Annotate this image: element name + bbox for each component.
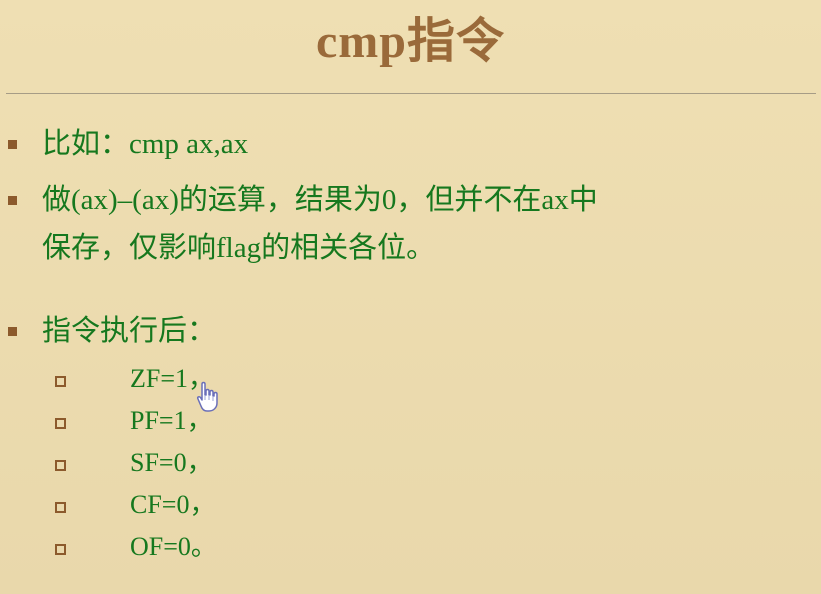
sub-item-text: CF=0，: [130, 490, 216, 519]
square-bullet-icon: [8, 327, 17, 336]
hollow-square-bullet-icon: [55, 544, 66, 555]
slide: cmp指令 比如：cmp ax,ax 做(ax)–(ax)的运算，结果为0，但并…: [0, 0, 821, 594]
bullet-text: 做(ax)–(ax)的运算，结果为0，但并不在ax中: [42, 184, 598, 216]
slide-title: cmp指令: [316, 15, 505, 68]
bullet-text: 保存，仅影响flag的相关各位。: [42, 232, 436, 264]
bullet-text: 比如：cmp ax,ax: [42, 128, 249, 160]
sub-item-text: OF=0。: [130, 532, 217, 561]
sub-item-text: SF=0，: [130, 448, 213, 477]
square-bullet-icon: [8, 196, 17, 205]
hollow-square-bullet-icon: [55, 460, 66, 471]
title-divider: [6, 93, 816, 94]
hand-pointer-icon: [197, 381, 218, 412]
hollow-square-bullet-icon: [55, 502, 66, 513]
square-bullet-icon: [8, 140, 17, 149]
bullet-text: 指令执行后：: [42, 315, 217, 347]
hollow-square-bullet-icon: [55, 376, 66, 387]
hollow-square-bullet-icon: [55, 418, 66, 429]
